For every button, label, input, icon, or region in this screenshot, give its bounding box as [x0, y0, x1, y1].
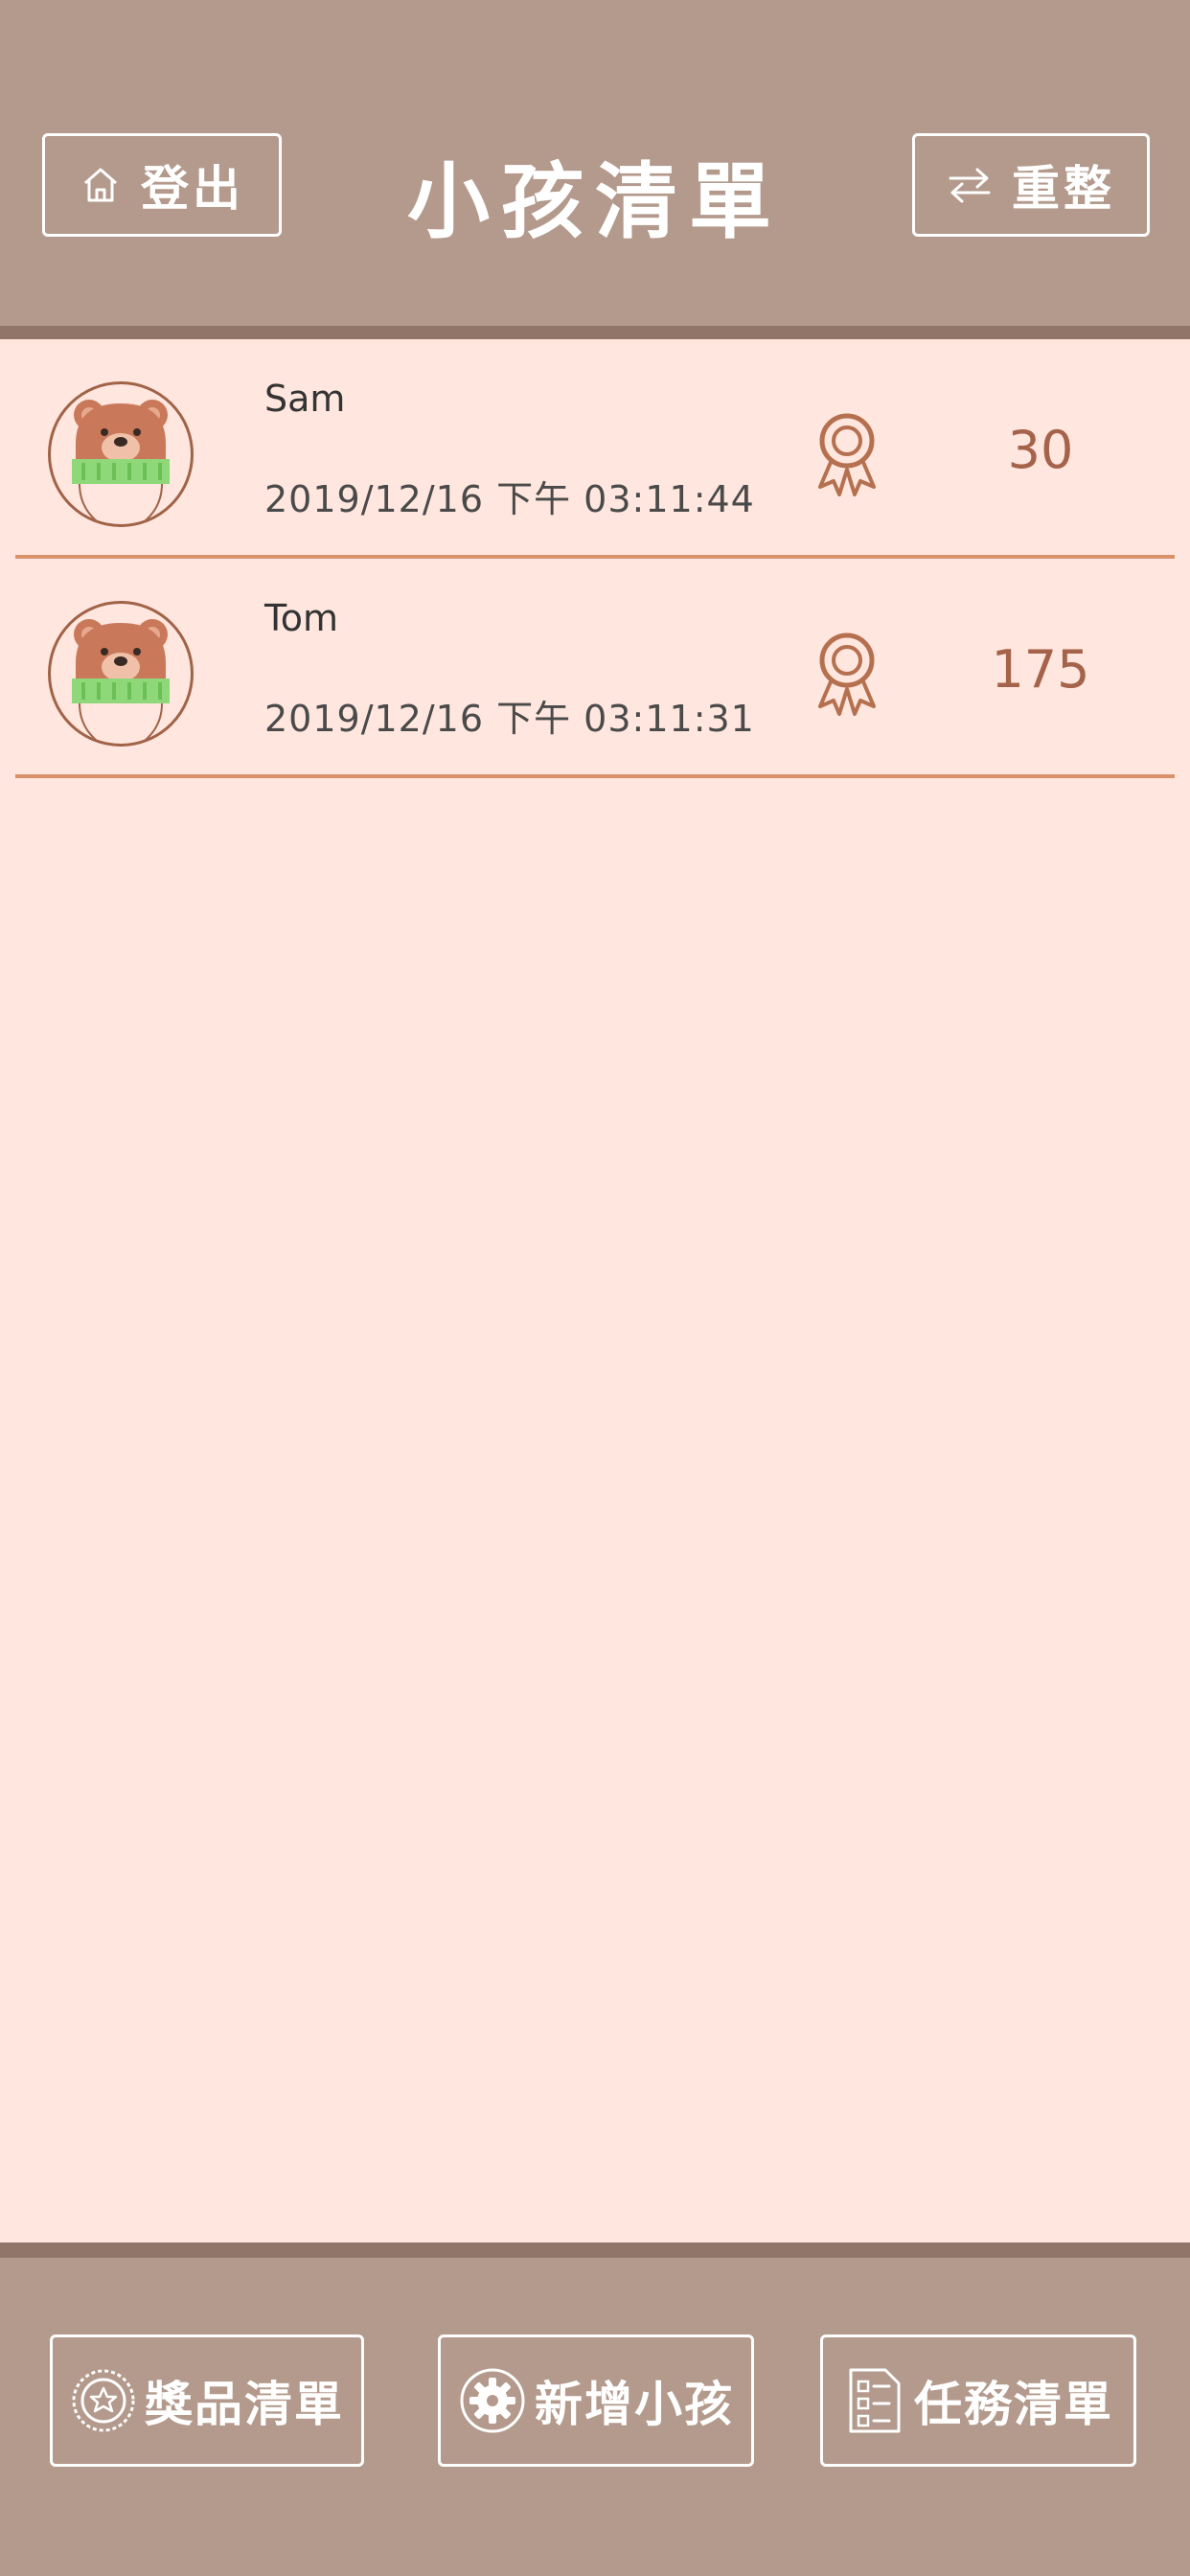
add-child-label: 新增小孩: [535, 2377, 734, 2432]
award-ribbon-icon: [818, 413, 876, 496]
prize-list-label: 獎品清單: [145, 2377, 344, 2432]
prize-list-button[interactable]: 獎品清單: [50, 2334, 364, 2467]
reset-button[interactable]: 重整: [912, 133, 1150, 237]
child-updated-time: 2019/12/16 下午 03:11:44: [264, 478, 755, 520]
add-child-button[interactable]: 新增小孩: [438, 2334, 754, 2467]
award-ribbon-icon: [818, 632, 876, 716]
child-points: 30: [1007, 420, 1074, 480]
header-divider: [0, 326, 1190, 339]
task-list-label: 任務清單: [914, 2377, 1113, 2432]
swap-arrows-icon: [949, 168, 991, 203]
child-list: Sam 2019/12/16 下午 03:11:44 30 Tom 2019/1…: [0, 339, 1190, 778]
task-list-button[interactable]: 任務清單: [820, 2334, 1136, 2467]
child-name: Tom: [264, 597, 339, 639]
child-row[interactable]: Sam 2019/12/16 下午 03:11:44 30: [15, 339, 1175, 559]
child-name: Sam: [264, 378, 346, 420]
footer-divider: [0, 2242, 1190, 2258]
gear-icon: [460, 2368, 525, 2433]
checklist-icon: [849, 2368, 901, 2433]
child-updated-time: 2019/12/16 下午 03:11:31: [264, 698, 755, 740]
bear-avatar: [48, 601, 194, 747]
bear-avatar: [48, 381, 194, 527]
reset-label: 重整: [1012, 161, 1115, 217]
child-points: 175: [991, 639, 1090, 700]
star-badge-icon: [72, 2369, 135, 2432]
child-row[interactable]: Tom 2019/12/16 下午 03:11:31 175: [15, 559, 1175, 778]
